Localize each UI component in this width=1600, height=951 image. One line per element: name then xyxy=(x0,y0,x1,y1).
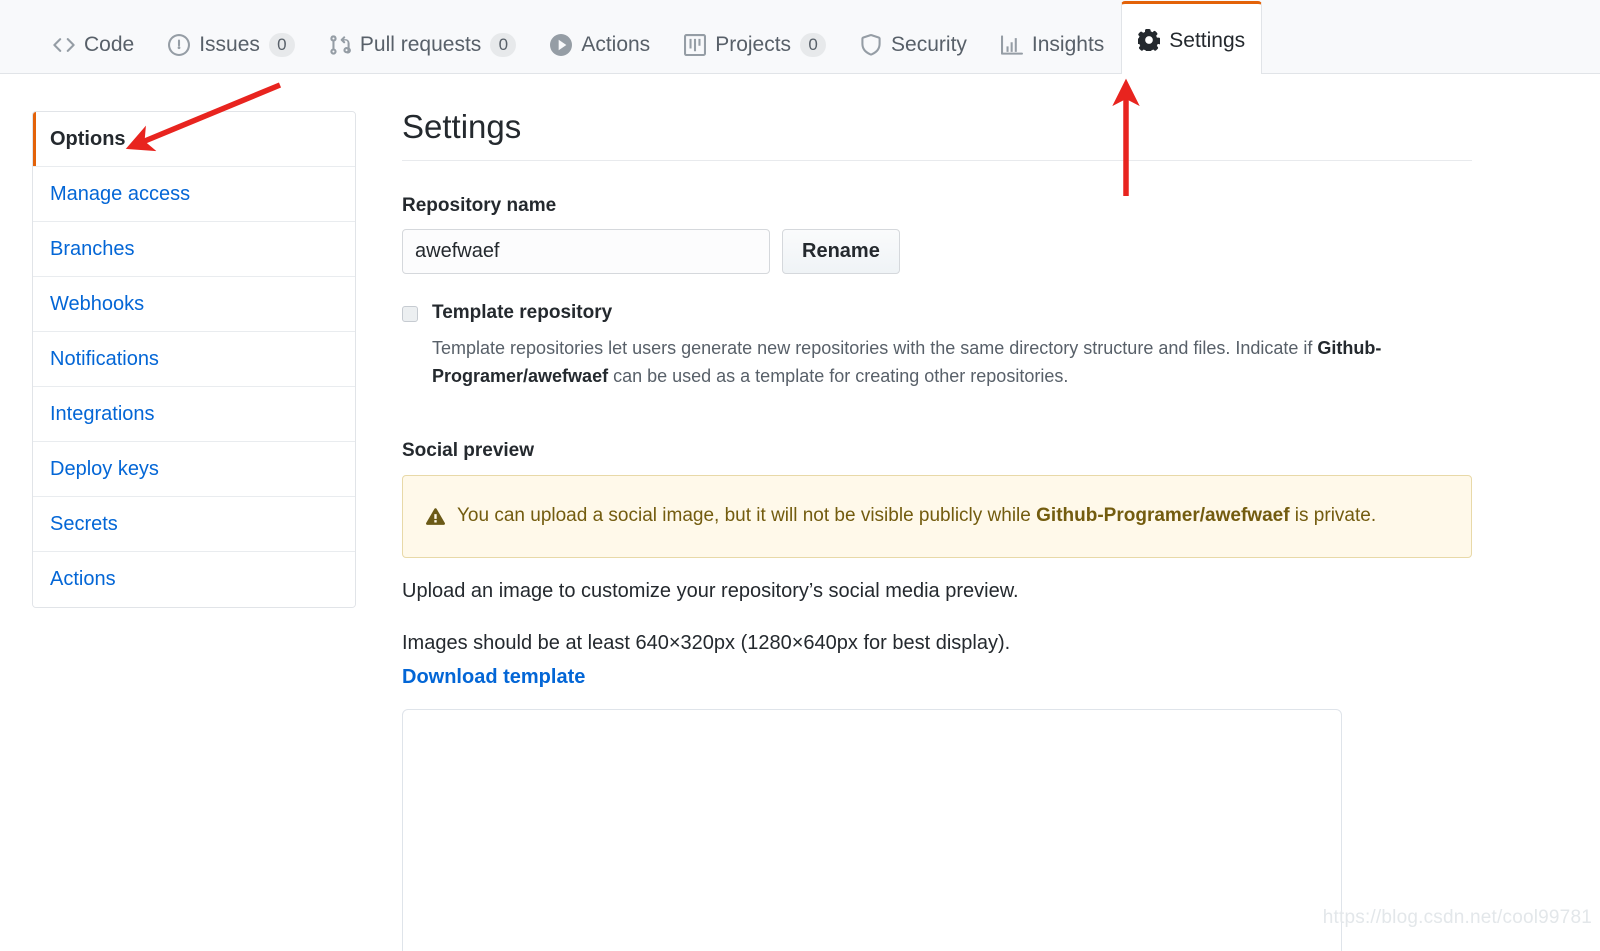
warning-part2: is private. xyxy=(1289,505,1377,527)
template-repository-checkbox[interactable] xyxy=(402,306,418,322)
sidebar-item-label: Notifications xyxy=(50,347,159,370)
shield-icon xyxy=(860,33,882,56)
nav-tab-label: Code xyxy=(84,33,135,56)
sidebar-item-actions[interactable]: Actions xyxy=(33,552,355,607)
settings-main-content: Settings Repository name Rename Template… xyxy=(402,108,1482,951)
play-icon xyxy=(550,33,573,56)
social-preview-label: Social preview xyxy=(402,440,535,462)
repository-name-row: Rename xyxy=(402,229,1482,274)
social-preview-size-text: Images should be at least 640×320px (128… xyxy=(402,632,1011,655)
sidebar-item-label: Secrets xyxy=(50,512,118,535)
nav-tab-label: Security xyxy=(891,33,967,56)
nav-tab-label: Issues xyxy=(199,33,260,56)
watermark: https://blog.csdn.net/cool99781 xyxy=(1322,907,1592,928)
sidebar-item-notifications[interactable]: Notifications xyxy=(33,332,355,387)
project-board-icon xyxy=(684,33,707,56)
nav-tab-counter: 0 xyxy=(800,32,827,57)
sidebar-item-deploy-keys[interactable]: Deploy keys xyxy=(33,442,355,497)
sidebar-item-webhooks[interactable]: Webhooks xyxy=(33,277,355,332)
nav-tab-label: Insights xyxy=(1031,33,1105,56)
template-desc-part2: can be used as a template for creating o… xyxy=(608,365,1069,386)
repository-nav-header: Code Issues 0 Pull requests 0 Actions Projects… xyxy=(0,0,1600,74)
nav-tab-security[interactable]: Security xyxy=(843,15,984,73)
page-root: Code Issues 0 Pull requests 0 Actions Projects… xyxy=(0,0,1600,951)
template-repository-description: Template repositories let users generate… xyxy=(432,335,1387,391)
sidebar-item-options[interactable]: Options xyxy=(33,112,355,167)
sidebar-item-label: Deploy keys xyxy=(50,457,159,480)
warning-repo: Github-Programer/awefwaef xyxy=(1036,505,1290,527)
sidebar-item-label: Integrations xyxy=(50,402,155,425)
sidebar-item-branches[interactable]: Branches xyxy=(33,222,355,277)
social-preview-warning-banner: You can upload a social image, but it wi… xyxy=(402,475,1472,559)
nav-tab-settings[interactable]: Settings xyxy=(1121,1,1263,74)
social-preview-upload-dropzone[interactable] xyxy=(402,709,1342,951)
template-desc-part1: Template repositories let users generate… xyxy=(432,337,1318,358)
nav-tab-actions[interactable]: Actions xyxy=(533,15,667,73)
settings-sidebar: Options Manage access Branches Webhooks Noti… xyxy=(32,111,356,608)
repository-name-input[interactable] xyxy=(402,229,770,274)
sidebar-item-label: Actions xyxy=(50,568,116,590)
rename-button[interactable]: Rename xyxy=(782,229,900,274)
nav-tab-label: Actions xyxy=(581,33,651,56)
nav-tab-pull-requests[interactable]: Pull requests 0 xyxy=(312,15,533,73)
nav-tab-code[interactable]: Code xyxy=(36,15,151,73)
sidebar-item-label: Branches xyxy=(50,237,135,260)
nav-tab-label: Projects xyxy=(715,33,792,56)
graph-icon xyxy=(1000,34,1023,56)
sidebar-item-integrations[interactable]: Integrations xyxy=(33,387,355,442)
template-repository-label: Template repository xyxy=(432,302,613,323)
sidebar-item-label: Options xyxy=(50,127,126,150)
page-title: Settings xyxy=(402,108,1472,161)
nav-tab-projects[interactable]: Projects 0 xyxy=(667,15,843,73)
issue-opened-icon xyxy=(168,33,191,56)
template-repository-block: Template repository Template repositorie… xyxy=(402,301,1482,390)
nav-tab-counter: 0 xyxy=(490,32,517,57)
code-icon xyxy=(53,34,75,56)
warning-part1: You can upload a social image, but it wi… xyxy=(457,505,1037,527)
git-pull-request-icon xyxy=(329,34,351,56)
sidebar-item-secrets[interactable]: Secrets xyxy=(33,497,355,552)
social-preview-warning-text: You can upload a social image, but it wi… xyxy=(457,503,1376,530)
nav-tab-label: Pull requests xyxy=(359,33,482,56)
sidebar-item-manage-access[interactable]: Manage access xyxy=(33,167,355,222)
sidebar-item-label: Manage access xyxy=(50,182,191,205)
nav-tab-insights[interactable]: Insights xyxy=(984,15,1121,73)
social-preview-upload-text: Upload an image to customize your reposi… xyxy=(402,580,1019,603)
sidebar-item-label: Webhooks xyxy=(50,292,145,315)
download-template-link[interactable]: Download template xyxy=(402,666,585,689)
alert-icon xyxy=(425,507,446,526)
repository-nav-tabs: Code Issues 0 Pull requests 0 Actions Projects… xyxy=(36,0,1263,74)
nav-tab-counter: 0 xyxy=(268,32,295,57)
nav-tab-issues[interactable]: Issues 0 xyxy=(151,15,312,73)
gear-icon xyxy=(1138,29,1161,51)
repository-name-label: Repository name xyxy=(402,195,557,216)
nav-tab-label: Settings xyxy=(1169,28,1246,52)
